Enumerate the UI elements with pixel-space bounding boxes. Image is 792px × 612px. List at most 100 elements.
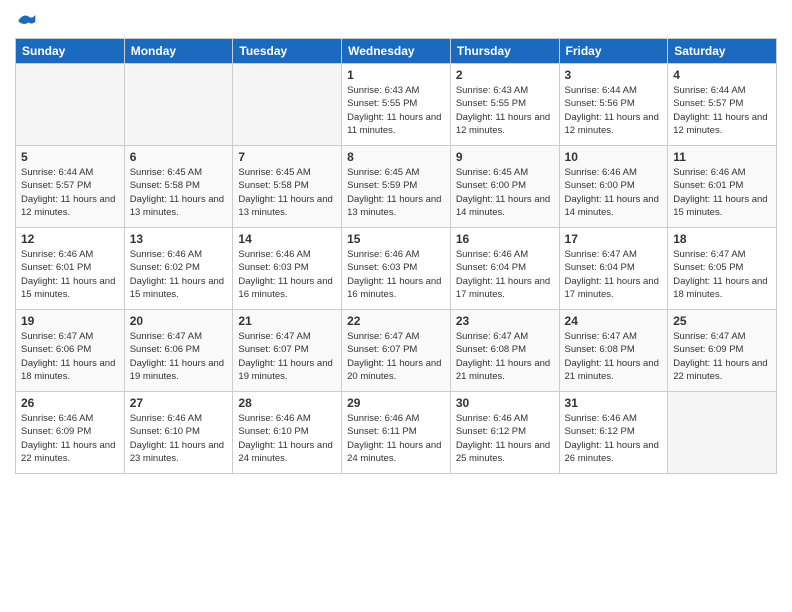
calendar-cell: 31 Sunrise: 6:46 AMSunset: 6:12 PMDayligh… [559,392,668,474]
day-number: 28 [238,396,336,410]
calendar-cell [233,64,342,146]
day-info: Sunrise: 6:47 AMSunset: 6:07 PMDaylight:… [238,330,336,383]
day-info: Sunrise: 6:46 AMSunset: 6:09 PMDaylight:… [21,412,119,465]
day-number: 14 [238,232,336,246]
day-number: 29 [347,396,445,410]
day-info: Sunrise: 6:47 AMSunset: 6:06 PMDaylight:… [21,330,119,383]
calendar-cell [668,392,777,474]
calendar-cell: 23 Sunrise: 6:47 AMSunset: 6:08 PMDayligh… [450,310,559,392]
calendar-cell: 11 Sunrise: 6:46 AMSunset: 6:01 PMDayligh… [668,146,777,228]
calendar-cell: 19 Sunrise: 6:47 AMSunset: 6:06 PMDayligh… [16,310,125,392]
day-number: 30 [456,396,554,410]
calendar-cell: 8 Sunrise: 6:45 AMSunset: 5:59 PMDaylight… [342,146,451,228]
day-info: Sunrise: 6:46 AMSunset: 6:04 PMDaylight:… [456,248,554,301]
day-number: 26 [21,396,119,410]
day-info: Sunrise: 6:45 AMSunset: 5:59 PMDaylight:… [347,166,445,219]
calendar-cell: 6 Sunrise: 6:45 AMSunset: 5:58 PMDaylight… [124,146,233,228]
calendar-cell: 24Sunrise: 6:47 AMSunset: 6:08 PMDayligh… [559,310,668,392]
day-info: Sunrise: 6:46 AMSunset: 6:10 PMDaylight:… [238,412,336,465]
day-info: Sunrise: 6:47 AMSunset: 6:06 PMDaylight:… [130,330,228,383]
day-info: Sunrise: 6:43 AMSunset: 5:55 PMDaylight:… [347,84,445,137]
day-number: 27 [130,396,228,410]
day-info: Sunrise: 6:47 AMSunset: 6:09 PMDaylight:… [673,330,771,383]
day-number: 13 [130,232,228,246]
day-info: Sunrise: 6:46 AMSunset: 6:01 PMDaylight:… [21,248,119,301]
calendar-cell: 9 Sunrise: 6:45 AMSunset: 6:00 PMDaylight… [450,146,559,228]
day-number: 4 [673,68,771,82]
day-number: 23 [456,314,554,328]
day-number: 12 [21,232,119,246]
day-info: Sunrise: 6:44 AMSunset: 5:56 PMDaylight:… [565,84,663,137]
day-number: 6 [130,150,228,164]
calendar-week-2: 5Sunrise: 6:44 AMSunset: 5:57 PMDaylight… [16,146,777,228]
calendar-cell: 2 Sunrise: 6:43 AMSunset: 5:55 PMDaylight… [450,64,559,146]
day-info: Sunrise: 6:43 AMSunset: 5:55 PMDaylight:… [456,84,554,137]
day-number: 9 [456,150,554,164]
day-info: Sunrise: 6:46 AMSunset: 6:12 PMDaylight:… [565,412,663,465]
weekday-header-monday: Monday [124,39,233,64]
calendar-week-1: 1Sunrise: 6:43 AMSunset: 5:55 PMDaylight… [16,64,777,146]
calendar-cell: 20 Sunrise: 6:47 AMSunset: 6:06 PMDayligh… [124,310,233,392]
calendar-cell: 25 Sunrise: 6:47 AMSunset: 6:09 PMDayligh… [668,310,777,392]
day-info: Sunrise: 6:46 AMSunset: 6:03 PMDaylight:… [347,248,445,301]
day-number: 25 [673,314,771,328]
day-number: 11 [673,150,771,164]
calendar-week-3: 12 Sunrise: 6:46 AMSunset: 6:01 PMDayligh… [16,228,777,310]
calendar-cell: 5Sunrise: 6:44 AMSunset: 5:57 PMDaylight… [16,146,125,228]
day-number: 22 [347,314,445,328]
day-info: Sunrise: 6:47 AMSunset: 6:05 PMDaylight:… [673,248,771,301]
day-info: Sunrise: 6:47 AMSunset: 6:07 PMDaylight:… [347,330,445,383]
day-info: Sunrise: 6:46 AMSunset: 6:01 PMDaylight:… [673,166,771,219]
day-info: Sunrise: 6:45 AMSunset: 5:58 PMDaylight:… [130,166,228,219]
day-number: 7 [238,150,336,164]
calendar-cell: 17Sunrise: 6:47 AMSunset: 6:04 PMDayligh… [559,228,668,310]
calendar-week-5: 26 Sunrise: 6:46 AMSunset: 6:09 PMDayligh… [16,392,777,474]
day-number: 31 [565,396,663,410]
calendar-cell: 12 Sunrise: 6:46 AMSunset: 6:01 PMDayligh… [16,228,125,310]
header [15,10,777,30]
day-number: 3 [565,68,663,82]
day-info: Sunrise: 6:46 AMSunset: 6:00 PMDaylight:… [565,166,663,219]
calendar-cell: 18Sunrise: 6:47 AMSunset: 6:05 PMDayligh… [668,228,777,310]
page: SundayMondayTuesdayWednesdayThursdayFrid… [0,0,792,612]
day-number: 8 [347,150,445,164]
calendar-cell [124,64,233,146]
calendar-cell: 7 Sunrise: 6:45 AMSunset: 5:58 PMDaylight… [233,146,342,228]
day-info: Sunrise: 6:47 AMSunset: 6:08 PMDaylight:… [565,330,663,383]
day-info: Sunrise: 6:47 AMSunset: 6:08 PMDaylight:… [456,330,554,383]
calendar-cell: 26 Sunrise: 6:46 AMSunset: 6:09 PMDayligh… [16,392,125,474]
weekday-header-thursday: Thursday [450,39,559,64]
weekday-header-tuesday: Tuesday [233,39,342,64]
weekday-header-saturday: Saturday [668,39,777,64]
day-info: Sunrise: 6:45 AMSunset: 6:00 PMDaylight:… [456,166,554,219]
calendar-cell: 3 Sunrise: 6:44 AMSunset: 5:56 PMDaylight… [559,64,668,146]
calendar-cell: 13Sunrise: 6:46 AMSunset: 6:02 PMDayligh… [124,228,233,310]
calendar-cell: 4 Sunrise: 6:44 AMSunset: 5:57 PMDaylight… [668,64,777,146]
day-number: 10 [565,150,663,164]
logo [15,10,37,30]
calendar-week-4: 19 Sunrise: 6:47 AMSunset: 6:06 PMDayligh… [16,310,777,392]
calendar-table: SundayMondayTuesdayWednesdayThursdayFrid… [15,38,777,474]
day-number: 19 [21,314,119,328]
calendar-cell: 29Sunrise: 6:46 AMSunset: 6:11 PMDayligh… [342,392,451,474]
day-info: Sunrise: 6:44 AMSunset: 5:57 PMDaylight:… [673,84,771,137]
day-number: 20 [130,314,228,328]
day-info: Sunrise: 6:45 AMSunset: 5:58 PMDaylight:… [238,166,336,219]
weekday-header-friday: Friday [559,39,668,64]
day-info: Sunrise: 6:44 AMSunset: 5:57 PMDaylight:… [21,166,119,219]
calendar-cell: 22 Sunrise: 6:47 AMSunset: 6:07 PMDayligh… [342,310,451,392]
day-number: 21 [238,314,336,328]
calendar-cell: 1Sunrise: 6:43 AMSunset: 5:55 PMDaylight… [342,64,451,146]
logo-icon [17,10,37,30]
calendar-cell [16,64,125,146]
calendar-cell: 30 Sunrise: 6:46 AMSunset: 6:12 PMDayligh… [450,392,559,474]
calendar-cell: 14Sunrise: 6:46 AMSunset: 6:03 PMDayligh… [233,228,342,310]
calendar-cell: 15 Sunrise: 6:46 AMSunset: 6:03 PMDayligh… [342,228,451,310]
day-info: Sunrise: 6:46 AMSunset: 6:12 PMDaylight:… [456,412,554,465]
day-number: 15 [347,232,445,246]
weekday-header-wednesday: Wednesday [342,39,451,64]
calendar-cell: 16 Sunrise: 6:46 AMSunset: 6:04 PMDayligh… [450,228,559,310]
weekday-header-row: SundayMondayTuesdayWednesdayThursdayFrid… [16,39,777,64]
day-number: 2 [456,68,554,82]
day-number: 16 [456,232,554,246]
